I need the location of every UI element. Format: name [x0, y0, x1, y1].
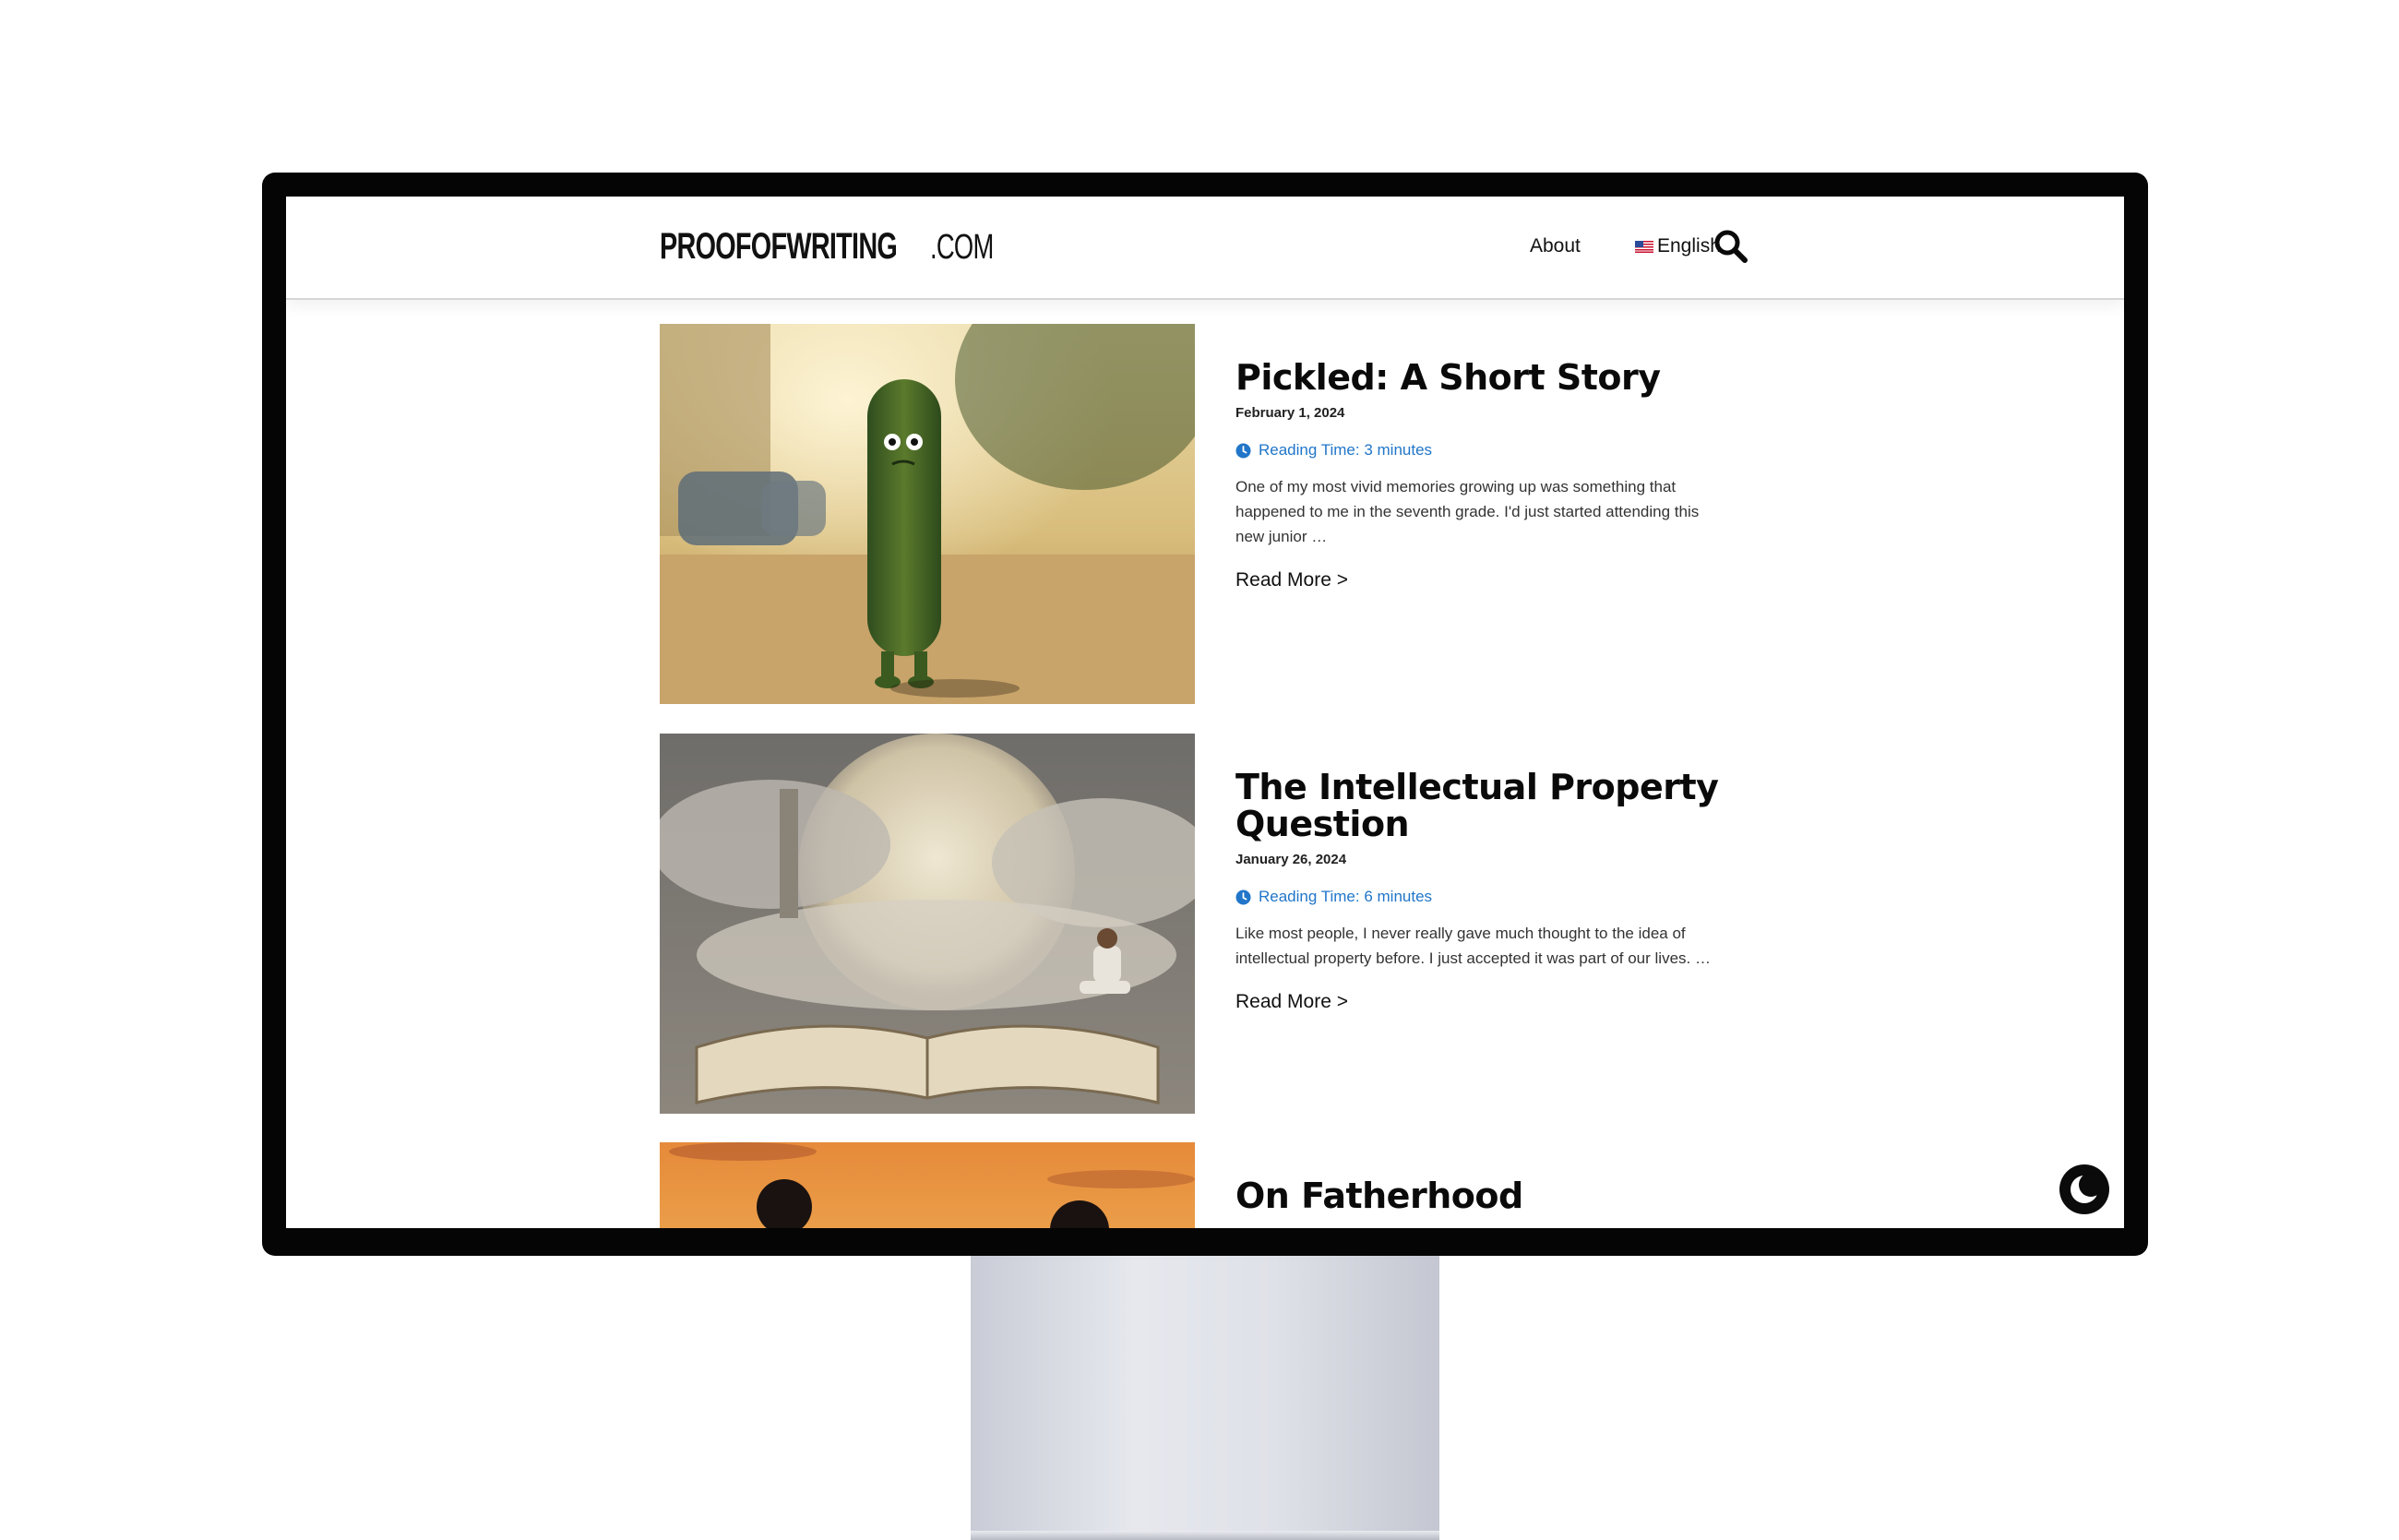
language-selector[interactable]: English — [1635, 235, 1721, 257]
post-card: On Fatherhood — [660, 1142, 1675, 1228]
search-button[interactable] — [1713, 228, 1749, 265]
post-content: On Fatherhood — [1235, 1177, 1734, 1214]
post-thumbnail[interactable] — [660, 734, 1195, 1114]
logo-bold-text: PROOFOFWRITING — [660, 226, 898, 267]
post-thumbnail[interactable] — [660, 1142, 1195, 1228]
pickle-character-image — [660, 324, 1195, 704]
post-content: Pickled: A Short Story February 1, 2024 … — [1235, 359, 1734, 591]
clock-icon — [1235, 443, 1251, 458]
post-title[interactable]: On Fatherhood — [1235, 1177, 1734, 1214]
read-more-link[interactable]: Read More > — [1235, 569, 1348, 591]
post-thumbnail[interactable] — [660, 324, 1195, 704]
post-title[interactable]: Pickled: A Short Story — [1235, 359, 1734, 396]
book-moon-image — [660, 734, 1195, 1114]
us-flag-icon — [1635, 240, 1653, 253]
monitor: PROOFOFWRITING .COM About English Pickle… — [262, 173, 2148, 1256]
post-card: Pickled: A Short Story February 1, 2024 … — [660, 324, 1699, 704]
nav-about-link[interactable]: About — [1530, 235, 1581, 257]
reading-time: Reading Time: 3 minutes — [1235, 441, 1734, 460]
search-icon — [1714, 230, 1748, 263]
reading-time-label: Reading Time: 6 minutes — [1259, 888, 1433, 905]
post-content: The Intellectual Property Question Janua… — [1235, 769, 1734, 1013]
post-date: February 1, 2024 — [1235, 405, 1345, 421]
browser-viewport: PROOFOFWRITING .COM About English Pickle… — [286, 197, 2124, 1228]
reading-time: Reading Time: 6 minutes — [1235, 888, 1734, 906]
dark-mode-toggle[interactable] — [2059, 1164, 2109, 1214]
read-more-link[interactable]: Read More > — [1235, 991, 1348, 1013]
post-excerpt: Like most people, I never really gave mu… — [1235, 925, 1711, 967]
language-label: English — [1657, 235, 1721, 257]
moon-icon — [2071, 1173, 2103, 1203]
clock-icon — [1235, 889, 1251, 904]
post-card: The Intellectual Property Question Janua… — [660, 734, 1719, 1114]
logo-light-text: .COM — [930, 228, 994, 267]
site-header: PROOFOFWRITING .COM About English — [286, 197, 2124, 300]
reading-time-label: Reading Time: 3 minutes — [1259, 441, 1433, 459]
post-title[interactable]: The Intellectual Property Question — [1235, 769, 1734, 842]
site-logo[interactable]: PROOFOFWRITING .COM — [660, 226, 994, 272]
monitor-stand — [971, 1256, 1439, 1540]
sunset-silhouette-image — [660, 1142, 1195, 1228]
post-date: January 26, 2024 — [1235, 852, 1347, 867]
post-excerpt: One of my most vivid memories growing up… — [1235, 478, 1700, 545]
